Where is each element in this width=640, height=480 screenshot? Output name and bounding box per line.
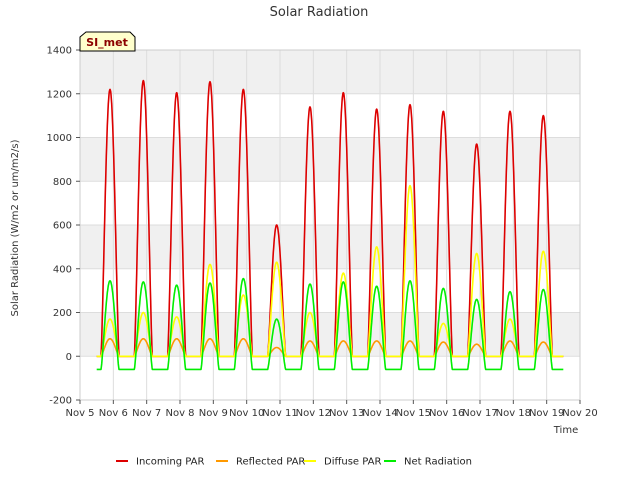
x-tick-label: Nov 5 [65, 408, 94, 419]
y-tick-label: 200 [53, 308, 72, 319]
x-tick-label: Nov 13 [329, 408, 364, 419]
x-tick-label: Nov 19 [529, 408, 564, 419]
legend-label: Net Radiation [404, 457, 472, 468]
grid-band [80, 50, 580, 94]
y-tick-label: 0 [66, 352, 72, 363]
y-tick-label: -200 [49, 396, 72, 407]
chart-title: Solar Radiation [270, 5, 369, 20]
y-tick-label: 1400 [47, 46, 72, 57]
y-tick-label: 1000 [47, 133, 72, 144]
x-tick-label: Nov 18 [496, 408, 531, 419]
x-tick-label: Nov 8 [165, 408, 194, 419]
y-tick-label: 600 [53, 221, 72, 232]
site-label: SI_met [86, 36, 128, 49]
x-tick-label: Nov 10 [229, 408, 264, 419]
y-axis-title: Solar Radiation (W/m2 or um/m2/s) [10, 139, 21, 316]
legend: Incoming PAR Reflected PAR Diffuse PAR Net … [116, 457, 472, 468]
x-tick-label: Nov 16 [429, 408, 464, 419]
x-tick-label: Nov 17 [462, 408, 497, 419]
grid-band [80, 137, 580, 182]
x-tick-label: Nov 9 [199, 408, 228, 419]
y-tick-label: 400 [53, 264, 72, 275]
legend-label: Diffuse PAR [324, 457, 381, 468]
y-tick-label: 800 [53, 177, 72, 188]
x-tick-label: Nov 11 [262, 408, 297, 419]
y-axis: -200 0 200 400 600 800 1000 1200 1400 [47, 46, 80, 407]
site-label-box: SI_met [79, 31, 136, 52]
x-tick-label: Nov 6 [99, 408, 128, 419]
x-tick-label: Nov 15 [396, 408, 431, 419]
y-tick-label: 1200 [47, 89, 72, 100]
x-tick-label: Nov 12 [296, 408, 331, 419]
legend-label: Reflected PAR [236, 457, 305, 468]
solar-radiation-chart: -200 0 200 400 600 800 1000 1200 1400 Nov 5 Nov 6… [10, 5, 598, 468]
legend-label: Incoming PAR [136, 457, 205, 468]
x-axis: Nov 5 Nov 6 Nov 7 Nov 8 Nov 9 Nov 10Nov 11Nov… [65, 400, 598, 419]
x-tick-label: Nov 20 [562, 408, 597, 419]
x-axis-title: Time [553, 425, 578, 436]
x-tick-label: Nov 7 [132, 408, 161, 419]
x-tick-label: Nov 14 [362, 408, 397, 419]
